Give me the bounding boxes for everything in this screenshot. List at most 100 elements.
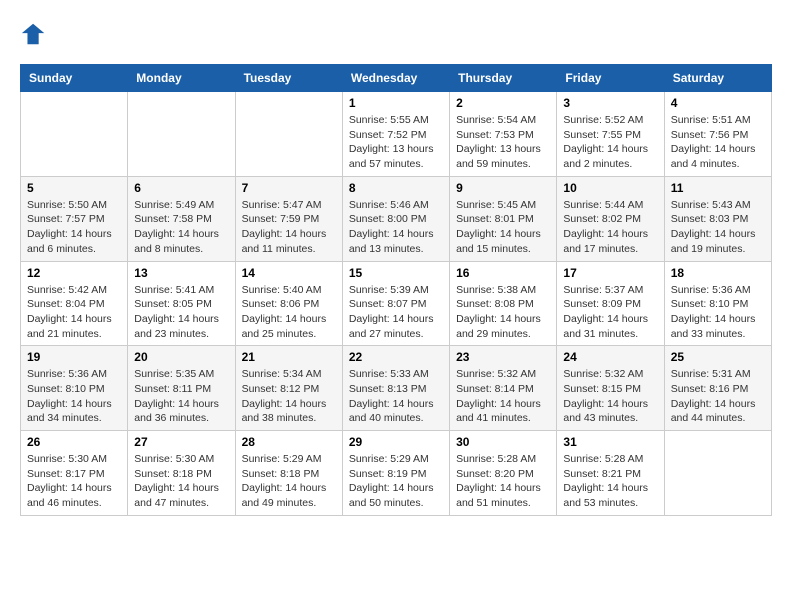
day-header-saturday: Saturday (664, 65, 771, 92)
day-number: 30 (456, 435, 550, 449)
day-number: 20 (134, 350, 228, 364)
day-number: 29 (349, 435, 443, 449)
logo-icon (20, 20, 48, 48)
day-number: 3 (563, 96, 657, 110)
day-header-friday: Friday (557, 65, 664, 92)
calendar-cell: 5Sunrise: 5:50 AM Sunset: 7:57 PM Daylig… (21, 176, 128, 261)
calendar-cell: 20 Sunrise: 5:35 AM Sunset: 8:11 PM Dayli… (128, 346, 235, 431)
day-info: Sunrise: 5:52 AM Sunset: 7:55 PM Dayligh… (563, 113, 657, 172)
calendar-cell: 25 Sunrise: 5:31 AM Sunset: 8:16 PM Dayli… (664, 346, 771, 431)
day-number: 23 (456, 350, 550, 364)
calendar-cell (21, 92, 128, 177)
day-number: 2 (456, 96, 550, 110)
day-info: Sunrise: 5:28 AM Sunset: 8:21 PM Dayligh… (563, 452, 657, 511)
day-number: 17 (563, 266, 657, 280)
day-info: Sunrise: 5:45 AM Sunset: 8:01 PM Dayligh… (456, 198, 550, 257)
day-info: Sunrise: 5:41 AM Sunset: 8:05 PM Dayligh… (134, 283, 228, 342)
calendar-cell: 11Sunrise: 5:43 AM Sunset: 8:03 PM Dayli… (664, 176, 771, 261)
day-info: Sunrise: 5:54 AM Sunset: 7:53 PM Dayligh… (456, 113, 550, 172)
calendar-cell (128, 92, 235, 177)
calendar-cell (235, 92, 342, 177)
calendar-cell: 18 Sunrise: 5:36 AM Sunset: 8:10 PM Dayli… (664, 261, 771, 346)
day-info: Sunrise: 5:28 AM Sunset: 8:20 PM Dayligh… (456, 452, 550, 511)
day-header-wednesday: Wednesday (342, 65, 449, 92)
day-info: Sunrise: 5:34 AM Sunset: 8:12 PM Dayligh… (242, 367, 336, 426)
day-number: 27 (134, 435, 228, 449)
day-info: Sunrise: 5:46 AM Sunset: 8:00 PM Dayligh… (349, 198, 443, 257)
calendar-week-1: 1Sunrise: 5:55 AM Sunset: 7:52 PM Daylig… (21, 92, 772, 177)
day-header-sunday: Sunday (21, 65, 128, 92)
day-number: 7 (242, 181, 336, 195)
day-info: Sunrise: 5:31 AM Sunset: 8:16 PM Dayligh… (671, 367, 765, 426)
page-header (20, 20, 772, 48)
day-info: Sunrise: 5:35 AM Sunset: 8:11 PM Dayligh… (134, 367, 228, 426)
day-info: Sunrise: 5:50 AM Sunset: 7:57 PM Dayligh… (27, 198, 121, 257)
calendar-cell: 9 Sunrise: 5:45 AM Sunset: 8:01 PM Daylig… (450, 176, 557, 261)
calendar-cell: 10Sunrise: 5:44 AM Sunset: 8:02 PM Dayli… (557, 176, 664, 261)
day-number: 24 (563, 350, 657, 364)
day-number: 16 (456, 266, 550, 280)
calendar-table: SundayMondayTuesdayWednesdayThursdayFrid… (20, 64, 772, 516)
calendar-cell: 17 Sunrise: 5:37 AM Sunset: 8:09 PM Dayli… (557, 261, 664, 346)
day-number: 10 (563, 181, 657, 195)
calendar-cell: 3 Sunrise: 5:52 AM Sunset: 7:55 PM Daylig… (557, 92, 664, 177)
day-number: 12 (27, 266, 121, 280)
day-info: Sunrise: 5:29 AM Sunset: 8:18 PM Dayligh… (242, 452, 336, 511)
calendar-cell: 29Sunrise: 5:29 AM Sunset: 8:19 PM Dayli… (342, 431, 449, 516)
day-info: Sunrise: 5:55 AM Sunset: 7:52 PM Dayligh… (349, 113, 443, 172)
day-header-monday: Monday (128, 65, 235, 92)
calendar-cell: 23 Sunrise: 5:32 AM Sunset: 8:14 PM Dayli… (450, 346, 557, 431)
day-number: 13 (134, 266, 228, 280)
day-info: Sunrise: 5:42 AM Sunset: 8:04 PM Dayligh… (27, 283, 121, 342)
day-number: 11 (671, 181, 765, 195)
calendar-cell: 12 Sunrise: 5:42 AM Sunset: 8:04 PM Dayli… (21, 261, 128, 346)
day-info: Sunrise: 5:32 AM Sunset: 8:15 PM Dayligh… (563, 367, 657, 426)
calendar-cell (664, 431, 771, 516)
calendar-week-2: 5Sunrise: 5:50 AM Sunset: 7:57 PM Daylig… (21, 176, 772, 261)
day-info: Sunrise: 5:36 AM Sunset: 8:10 PM Dayligh… (27, 367, 121, 426)
calendar-cell: 19 Sunrise: 5:36 AM Sunset: 8:10 PM Dayli… (21, 346, 128, 431)
day-info: Sunrise: 5:47 AM Sunset: 7:59 PM Dayligh… (242, 198, 336, 257)
day-number: 22 (349, 350, 443, 364)
logo (20, 20, 52, 48)
day-header-thursday: Thursday (450, 65, 557, 92)
calendar-cell: 27 Sunrise: 5:30 AM Sunset: 8:18 PM Dayli… (128, 431, 235, 516)
calendar-cell: 26 Sunrise: 5:30 AM Sunset: 8:17 PM Dayli… (21, 431, 128, 516)
day-info: Sunrise: 5:49 AM Sunset: 7:58 PM Dayligh… (134, 198, 228, 257)
day-info: Sunrise: 5:30 AM Sunset: 8:17 PM Dayligh… (27, 452, 121, 511)
day-number: 9 (456, 181, 550, 195)
day-number: 31 (563, 435, 657, 449)
day-number: 19 (27, 350, 121, 364)
calendar-cell: 24 Sunrise: 5:32 AM Sunset: 8:15 PM Dayli… (557, 346, 664, 431)
calendar-cell: 30 Sunrise: 5:28 AM Sunset: 8:20 PM Dayli… (450, 431, 557, 516)
day-info: Sunrise: 5:40 AM Sunset: 8:06 PM Dayligh… (242, 283, 336, 342)
day-number: 8 (349, 181, 443, 195)
calendar-cell: 2 Sunrise: 5:54 AM Sunset: 7:53 PM Daylig… (450, 92, 557, 177)
day-number: 26 (27, 435, 121, 449)
calendar-cell: 8 Sunrise: 5:46 AM Sunset: 8:00 PM Daylig… (342, 176, 449, 261)
day-number: 15 (349, 266, 443, 280)
calendar-cell: 4Sunrise: 5:51 AM Sunset: 7:56 PM Daylig… (664, 92, 771, 177)
calendar-week-3: 12 Sunrise: 5:42 AM Sunset: 8:04 PM Dayli… (21, 261, 772, 346)
calendar-header-row: SundayMondayTuesdayWednesdayThursdayFrid… (21, 65, 772, 92)
calendar-cell: 14 Sunrise: 5:40 AM Sunset: 8:06 PM Dayli… (235, 261, 342, 346)
day-info: Sunrise: 5:36 AM Sunset: 8:10 PM Dayligh… (671, 283, 765, 342)
calendar-cell: 16Sunrise: 5:38 AM Sunset: 8:08 PM Dayli… (450, 261, 557, 346)
day-number: 25 (671, 350, 765, 364)
day-number: 18 (671, 266, 765, 280)
day-number: 4 (671, 96, 765, 110)
calendar-cell: 21Sunrise: 5:34 AM Sunset: 8:12 PM Dayli… (235, 346, 342, 431)
day-header-tuesday: Tuesday (235, 65, 342, 92)
calendar-cell: 31 Sunrise: 5:28 AM Sunset: 8:21 PM Dayli… (557, 431, 664, 516)
day-number: 14 (242, 266, 336, 280)
day-info: Sunrise: 5:32 AM Sunset: 8:14 PM Dayligh… (456, 367, 550, 426)
calendar-week-5: 26 Sunrise: 5:30 AM Sunset: 8:17 PM Dayli… (21, 431, 772, 516)
day-info: Sunrise: 5:30 AM Sunset: 8:18 PM Dayligh… (134, 452, 228, 511)
calendar-cell: 13 Sunrise: 5:41 AM Sunset: 8:05 PM Dayli… (128, 261, 235, 346)
day-info: Sunrise: 5:37 AM Sunset: 8:09 PM Dayligh… (563, 283, 657, 342)
day-number: 28 (242, 435, 336, 449)
calendar-cell: 28 Sunrise: 5:29 AM Sunset: 8:18 PM Dayli… (235, 431, 342, 516)
day-number: 6 (134, 181, 228, 195)
day-info: Sunrise: 5:33 AM Sunset: 8:13 PM Dayligh… (349, 367, 443, 426)
calendar-week-4: 19 Sunrise: 5:36 AM Sunset: 8:10 PM Dayli… (21, 346, 772, 431)
